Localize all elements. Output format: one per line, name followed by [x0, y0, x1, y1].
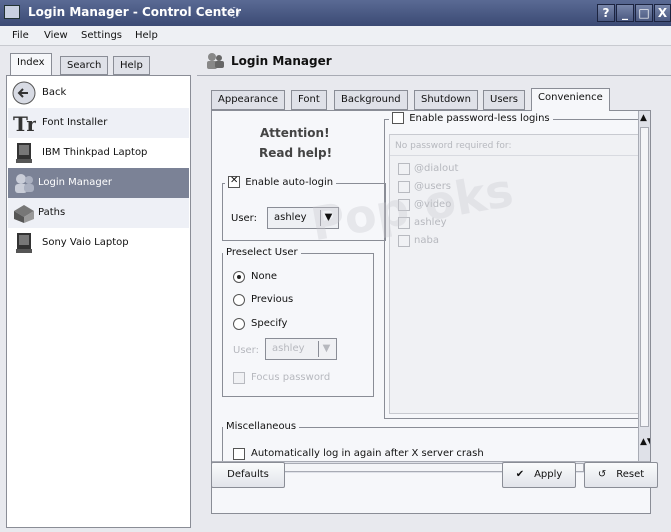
chevron-down-icon: ▼: [318, 341, 334, 357]
menu-view[interactable]: View: [44, 30, 68, 41]
tab-font[interactable]: Font: [291, 90, 327, 110]
autologin-user-value: ashley: [274, 212, 307, 223]
radio-none[interactable]: [233, 271, 245, 283]
preselect-user-group: Preselect User None Previous Specify Use…: [222, 247, 374, 397]
list-item-ibm-thinkpad[interactable]: IBM Thinkpad Laptop: [8, 138, 189, 168]
close-button[interactable]: X: [654, 4, 671, 22]
auto-relogin-label: Automatically log in again after X serve…: [251, 448, 484, 459]
window-title-bar: Login Manager - Control Center ◌ ? _ □ X: [0, 0, 671, 26]
list-item-font-installer[interactable]: Tr Font Installer: [8, 108, 189, 138]
list-item-label: Paths: [38, 207, 66, 218]
tab-users[interactable]: Users: [483, 90, 526, 110]
module-header: Login Manager: [197, 50, 671, 74]
list-item-paths[interactable]: Paths: [8, 198, 189, 228]
navigation-tabs: Index Search Help: [6, 52, 191, 75]
vertical-scrollbar[interactable]: ▲ ▲▼: [638, 111, 650, 461]
preselect-user-field-label: User:: [233, 345, 259, 356]
reset-button[interactable]: ↺ Reset: [584, 462, 658, 488]
passwordless-group: Enable password-less logins No password …: [384, 112, 646, 419]
scroll-up-icon[interactable]: ▲: [640, 113, 647, 123]
module-pane: Login Manager Appearance Font Background…: [197, 50, 671, 532]
svg-text:Tr: Tr: [13, 112, 36, 135]
defaults-button[interactable]: Defaults: [211, 462, 285, 488]
app-icon: [4, 5, 20, 19]
laptop-icon: [16, 143, 32, 163]
font-installer-icon: Tr: [13, 112, 36, 135]
tab-index[interactable]: Index: [10, 53, 52, 75]
radio-previous[interactable]: [233, 294, 245, 306]
list-divider: [390, 155, 640, 156]
focus-password-checkbox[interactable]: [233, 372, 245, 384]
reset-icon: ↺: [597, 469, 607, 480]
apply-button[interactable]: ✔ Apply: [502, 462, 576, 488]
kde-spiral-icon: ◌: [228, 4, 241, 20]
menu-file[interactable]: File: [12, 30, 29, 41]
passwordless-list-header: No password required for:: [395, 141, 512, 151]
list-item-label: IBM Thinkpad Laptop: [42, 147, 148, 158]
autologin-header: Enable auto-login: [225, 175, 337, 188]
radio-specify-label: Specify: [251, 318, 288, 329]
preselect-user-combo[interactable]: ashley ▼: [265, 338, 337, 360]
tab-search[interactable]: Search: [60, 56, 109, 75]
module-title: Login Manager: [231, 54, 332, 68]
list-item: naba: [414, 235, 439, 246]
menu-settings[interactable]: Settings: [81, 30, 122, 41]
laptop-icon: [16, 233, 32, 253]
list-item-back[interactable]: Back: [8, 78, 189, 108]
module-tabs: Appearance Font Background Shutdown User…: [211, 88, 651, 111]
navigation-pane: Index Search Help Back Tr Font Installer…: [6, 52, 191, 528]
apply-label: Apply: [534, 469, 563, 480]
module-list: Back Tr Font Installer IBM Thinkpad Lapt…: [6, 75, 191, 528]
checkmark-icon: ✔: [515, 469, 525, 480]
tab-appearance[interactable]: Appearance: [211, 90, 286, 110]
radio-none-label: None: [251, 271, 278, 282]
miscellaneous-label: Miscellaneous: [223, 421, 300, 432]
passwordless-header: Enable password-less logins: [389, 112, 553, 124]
scroll-up-down-icon[interactable]: ▲▼: [640, 437, 650, 447]
vertical-scroll-thumb[interactable]: [640, 127, 649, 427]
focus-password-label: Focus password: [251, 372, 331, 383]
convenience-panel: Attention! Read help! Enable auto-login …: [211, 110, 651, 514]
list-item-label: Sony Vaio Laptop: [42, 237, 129, 248]
help-window-button[interactable]: ?: [597, 4, 615, 22]
window-title: Login Manager - Control Center: [28, 5, 242, 19]
tab-shutdown[interactable]: Shutdown: [414, 90, 478, 110]
preselect-user-label: Preselect User: [223, 247, 301, 258]
list-item-label: Login Manager: [38, 177, 112, 188]
tab-convenience[interactable]: Convenience: [531, 88, 610, 111]
paths-icon: [14, 205, 34, 223]
menu-help[interactable]: Help: [135, 30, 158, 41]
autologin-checkbox[interactable]: [228, 175, 240, 188]
passwordless-item-checkbox[interactable]: [398, 235, 410, 247]
list-item-label: Back: [42, 87, 67, 98]
minimize-button[interactable]: _: [616, 4, 634, 22]
tab-background[interactable]: Background: [334, 90, 408, 110]
login-manager-icon: [15, 174, 34, 193]
read-help-heading: Read help!: [259, 146, 333, 160]
maximize-button[interactable]: □: [635, 4, 653, 22]
auto-relogin-checkbox[interactable]: [233, 448, 245, 460]
autologin-label: Enable auto-login: [245, 176, 334, 188]
list-item-label: Font Installer: [42, 117, 108, 128]
back-arrow-icon: [12, 81, 36, 105]
passwordless-label: Enable password-less logins: [409, 112, 550, 124]
attention-heading: Attention!: [260, 126, 330, 140]
passwordless-checkbox[interactable]: [392, 112, 404, 124]
radio-previous-label: Previous: [251, 294, 294, 305]
radio-specify[interactable]: [233, 318, 245, 330]
reset-label: Reset: [616, 469, 645, 480]
tab-help[interactable]: Help: [113, 56, 150, 75]
list-item-sony-vaio[interactable]: Sony Vaio Laptop: [8, 228, 189, 258]
passwordless-item-checkbox[interactable]: [398, 163, 410, 175]
preselect-user-value: ashley: [272, 343, 305, 354]
login-manager-icon: [207, 53, 224, 69]
menu-bar: File View Settings Help: [0, 26, 671, 46]
autologin-user-label: User:: [231, 213, 257, 224]
list-item-login-manager[interactable]: Login Manager: [8, 168, 189, 198]
header-divider: [197, 75, 671, 76]
